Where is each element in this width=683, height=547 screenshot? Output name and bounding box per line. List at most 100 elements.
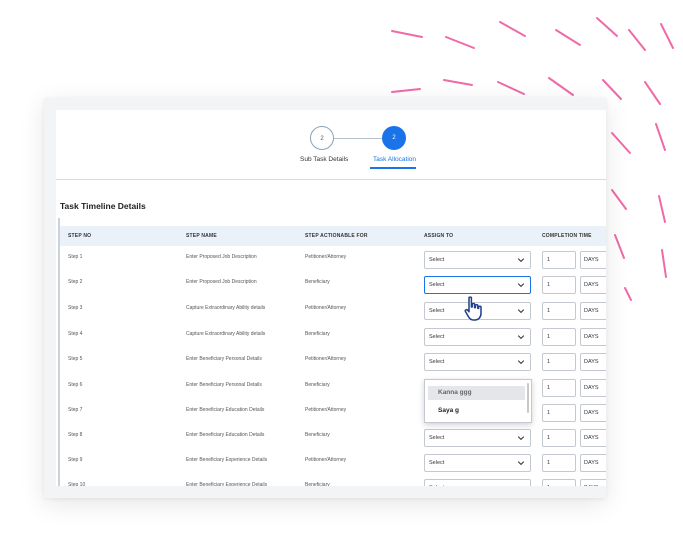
cell-step-actionable-for: Petitioner/Attorney (305, 305, 347, 311)
completion-time-input[interactable]: 1 (542, 353, 576, 371)
cell-step-name: Enter Proposed Job Description (186, 279, 257, 285)
task-allocation-card: 2 2 Sub Task Details Task Allocation Tas… (44, 98, 606, 498)
completion-time-unit-select[interactable]: DAYS (580, 251, 606, 269)
cell-step-no: Step 3 (68, 305, 83, 311)
assign-to-select[interactable]: Select (424, 479, 531, 486)
assign-to-select-value: Select (429, 334, 445, 340)
chevron-down-icon (517, 461, 525, 466)
card-content: 2 2 Sub Task Details Task Allocation Tas… (56, 110, 606, 486)
table-row: Step 9 Enter Beneficiary Experience Detai… (60, 452, 606, 477)
cell-step-actionable-for: Petitioner/Attorney (305, 254, 347, 260)
assign-to-select-value: Select (429, 460, 445, 466)
cell-step-no: Step 5 (68, 356, 83, 362)
completion-time-input[interactable]: 1 (542, 429, 576, 447)
assign-to-select-value: Select (429, 359, 445, 365)
cell-step-name: Enter Beneficiary Experience Details (186, 457, 268, 463)
cell-step-name: Enter Beneficiary Experience Details (186, 482, 268, 486)
header-step-actionable-for: STEP ACTIONABLE FOR (305, 233, 368, 239)
assign-to-select-value: Select (429, 257, 445, 263)
cell-step-actionable-for: Petitioner/Attorney (305, 356, 347, 362)
assign-to-select[interactable]: Select (424, 251, 531, 269)
cell-step-name: Capture Extraordinary Ability details (186, 331, 266, 337)
cell-step-actionable-for: Beneficiary (305, 382, 330, 388)
header-step-no: STEP NO (68, 233, 92, 239)
dropdown-scrollbar[interactable] (527, 383, 529, 413)
cell-step-actionable-for: Beneficiary (305, 279, 330, 285)
completion-time-unit-select[interactable]: DAYS (580, 302, 606, 320)
completion-time-unit-select[interactable]: DAYS (580, 404, 606, 422)
table-row: Step 4 Capture Extraordinary Ability deta… (60, 326, 606, 351)
chevron-down-icon (517, 436, 525, 441)
step-label-sub-task-details[interactable]: Sub Task Details (300, 156, 348, 163)
cell-step-name: Capture Extraordinary Ability details (186, 305, 266, 311)
assign-to-select[interactable]: Select (424, 454, 531, 472)
cell-step-name: Enter Beneficiary Personal Details (186, 356, 262, 362)
completion-time-unit-select[interactable]: DAYS (580, 328, 606, 346)
table-header: STEP NO STEP NAME STEP ACTIONABLE FOR AS… (60, 226, 606, 246)
completion-time-input[interactable]: 1 (542, 379, 576, 397)
task-timeline-table: STEP NO STEP NAME STEP ACTIONABLE FOR AS… (58, 218, 606, 486)
header-assign-to: ASSIGN TO (424, 233, 454, 239)
cell-step-name: Enter Beneficiary Education Details (186, 407, 265, 413)
completion-time-input[interactable]: 1 (542, 479, 576, 486)
assign-to-select-value: Select (429, 308, 445, 314)
completion-time-input[interactable]: 1 (542, 251, 576, 269)
completion-time-unit-select[interactable]: DAYS (580, 353, 606, 371)
chevron-down-icon (517, 360, 525, 365)
header-completion-time: COMPLETION TIME (542, 233, 592, 239)
assign-to-select[interactable]: Select (424, 276, 531, 294)
cell-step-actionable-for: Petitioner/Attorney (305, 457, 347, 463)
table-row: Step 1 Enter Proposed Job Description Peti… (60, 249, 606, 274)
cell-step-no: Step 6 (68, 382, 83, 388)
cell-step-name: Enter Beneficiary Personal Details (186, 382, 262, 388)
cell-step-no: Step 1 (68, 254, 83, 260)
assign-to-select[interactable]: Select (424, 429, 531, 447)
cell-step-actionable-for: Petitioner/Attorney (305, 407, 347, 413)
completion-time-input[interactable]: 1 (542, 328, 576, 346)
completion-time-unit-select[interactable]: DAYS (580, 429, 606, 447)
chevron-down-icon (517, 335, 525, 340)
table-row: Step 5 Enter Beneficiary Personal Details… (60, 351, 606, 376)
progress-stepper: 2 2 Sub Task Details Task Allocation (56, 110, 606, 180)
assign-to-select-value: Select (429, 282, 445, 288)
dropdown-option-kanna[interactable]: Kanna ggg (428, 386, 525, 400)
hand-cursor-icon (464, 296, 482, 321)
step-circle-sub-task-details[interactable]: 2 (310, 126, 334, 150)
cell-step-no: Step 8 (68, 432, 83, 438)
chevron-down-icon (517, 309, 525, 314)
chevron-down-icon (517, 484, 525, 486)
chevron-down-icon (517, 258, 525, 263)
assign-to-dropdown-menu: Kanna ggg Saya g (424, 379, 532, 423)
completion-time-input[interactable]: 1 (542, 276, 576, 294)
assign-to-select-value: Select (429, 485, 444, 486)
completion-time-unit-select[interactable]: DAYS (580, 276, 606, 294)
table-row: Step 10 Enter Beneficiary Experience Deta… (60, 477, 606, 486)
header-step-name: STEP NAME (186, 233, 217, 239)
step-circle-task-allocation[interactable]: 2 (382, 126, 406, 150)
completion-time-unit-select[interactable]: DAYS (580, 479, 606, 486)
completion-time-unit-select[interactable]: DAYS (580, 454, 606, 472)
completion-time-input[interactable]: 1 (542, 302, 576, 320)
cell-step-name: Enter Proposed Job Description (186, 254, 257, 260)
completion-time-input[interactable]: 1 (542, 454, 576, 472)
completion-time-input[interactable]: 1 (542, 404, 576, 422)
cell-step-no: Step 4 (68, 331, 83, 337)
assign-to-select[interactable]: Select (424, 328, 531, 346)
cell-step-actionable-for: Beneficiary (305, 432, 330, 438)
table-row: Step 8 Enter Beneficiary Education Detail… (60, 427, 606, 452)
cell-step-actionable-for: Beneficiary (305, 482, 330, 486)
cell-step-no: Step 2 (68, 279, 83, 285)
assign-to-select-value: Select (429, 435, 445, 441)
section-title: Task Timeline Details (60, 201, 146, 211)
chevron-down-icon (517, 283, 525, 288)
cell-step-no: Step 9 (68, 457, 83, 463)
cell-step-actionable-for: Beneficiary (305, 331, 330, 337)
table-row: Step 2 Enter Proposed Job Description Bene… (60, 274, 606, 299)
assign-to-select[interactable]: Select (424, 353, 531, 371)
step-label-task-allocation[interactable]: Task Allocation (373, 156, 416, 163)
completion-time-unit-select[interactable]: DAYS (580, 379, 606, 397)
cell-step-no: Step 7 (68, 407, 83, 413)
dropdown-option-saya[interactable]: Saya g (428, 404, 525, 418)
stepper-connector (334, 138, 382, 139)
cell-step-name: Enter Beneficiary Education Details (186, 432, 265, 438)
